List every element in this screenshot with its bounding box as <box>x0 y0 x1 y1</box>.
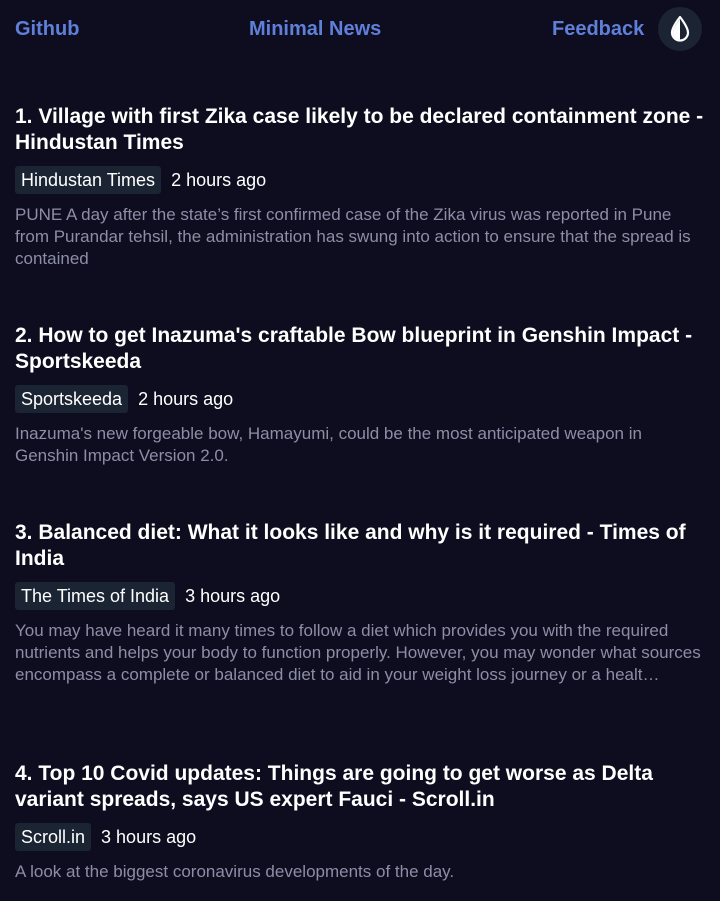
article-item: 1. Village with first Zika case likely t… <box>15 104 705 270</box>
article-meta: Sportskeeda 2 hours ago <box>15 385 705 413</box>
article-meta: Scroll.in 3 hours ago <box>15 823 705 851</box>
water-drop-half-icon <box>670 16 690 42</box>
article-time: 3 hours ago <box>185 586 281 606</box>
article-description: PUNE A day after the state’s first confi… <box>15 205 691 268</box>
article-title[interactable]: 4. Top 10 Covid updates: Things are goin… <box>15 761 705 813</box>
article-title[interactable]: 3. Balanced diet: What it looks like and… <box>15 520 705 572</box>
article-description: You may have heard it many times to foll… <box>15 621 701 684</box>
source-badge: Sportskeeda <box>15 385 129 413</box>
article-title[interactable]: 2. How to get Inazuma's craftable Bow bl… <box>15 323 705 375</box>
feedback-link[interactable]: Feedback <box>552 18 644 40</box>
article-time: 2 hours ago <box>171 170 267 190</box>
source-badge: Hindustan Times <box>15 166 162 194</box>
article-item: 4. Top 10 Covid updates: Things are goin… <box>15 761 705 883</box>
source-badge: The Times of India <box>15 582 176 610</box>
github-link[interactable]: Github <box>15 18 79 40</box>
article-item: 3. Balanced diet: What it looks like and… <box>15 520 705 686</box>
article-description: Inazuma's new forgeable bow, Hamayumi, c… <box>15 424 642 465</box>
article-time: 3 hours ago <box>101 827 197 847</box>
article-time: 2 hours ago <box>138 389 234 409</box>
top-nav: Github Minimal News Feedback <box>0 0 720 58</box>
article-meta: Hindustan Times 2 hours ago <box>15 166 705 194</box>
site-title-link[interactable]: Minimal News <box>249 18 381 40</box>
theme-toggle-button[interactable] <box>658 7 702 51</box>
article-item: 2. How to get Inazuma's craftable Bow bl… <box>15 323 705 467</box>
source-badge: Scroll.in <box>15 823 92 851</box>
article-title[interactable]: 1. Village with first Zika case likely t… <box>15 104 705 156</box>
article-meta: The Times of India 3 hours ago <box>15 582 705 610</box>
article-description: A look at the biggest coronavirus develo… <box>15 862 455 881</box>
